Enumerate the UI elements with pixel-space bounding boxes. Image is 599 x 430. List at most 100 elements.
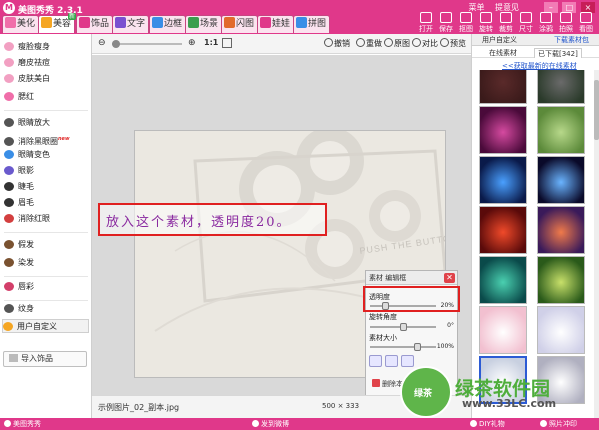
sidebar-item-eyeshadow[interactable]: 眼影 (4, 164, 88, 178)
size-slider[interactable] (370, 343, 436, 351)
sidebar-item-eyelash[interactable]: 睫毛 (4, 180, 88, 194)
tab-scene[interactable]: 场景 (185, 15, 223, 33)
scrollbar-thumb[interactable] (594, 80, 599, 140)
material-thumbnail[interactable] (537, 106, 585, 154)
redo-button[interactable]: 重做 (356, 38, 382, 49)
sidebar-item-slim[interactable]: 瘦脸瘦身 (4, 40, 88, 54)
material-thumbnail[interactable] (479, 70, 527, 104)
material-thumbnail[interactable] (537, 206, 585, 254)
material-thumbnail[interactable] (537, 70, 585, 104)
size-slider-knob[interactable] (414, 343, 421, 351)
tab-beauty[interactable]: 美容新 (38, 13, 77, 33)
zoom-in-icon[interactable]: ⊕ (188, 38, 198, 48)
flip-vertical-icon[interactable] (385, 355, 398, 367)
photo-print-link[interactable]: 照片冲印 (540, 419, 577, 429)
sidebar-item-hair-dye[interactable]: 染发 (4, 256, 88, 270)
material-thumbnail[interactable] (479, 206, 527, 254)
file-name: 示例图片_02_副本.jpg (98, 403, 180, 412)
tab-beautify[interactable]: 美化 (2, 15, 40, 33)
sidebar-item-enlarge-eyes[interactable]: 眼睛放大 (4, 116, 88, 130)
save-button[interactable]: 保存 (437, 12, 455, 34)
tab-user-custom[interactable]: 用户自定义 (482, 35, 517, 45)
material-thumbnail[interactable] (537, 256, 585, 304)
sidebar-item-smooth-skin[interactable]: 磨皮祛痘 (4, 56, 88, 70)
opacity-highlight-box (363, 286, 460, 312)
material-thumbnail[interactable] (479, 306, 527, 354)
preview-icon (440, 38, 449, 47)
material-thumbnail[interactable] (479, 156, 527, 204)
viewer-button[interactable]: 看图 (577, 12, 595, 34)
original-button[interactable]: 原图 (384, 38, 410, 49)
crop-button[interactable]: 裁剪 (497, 12, 515, 34)
sidebar-item-dark-circles[interactable]: 消除黑眼圈new (4, 132, 88, 146)
doodle-button[interactable]: 涂鸦 (537, 12, 555, 34)
undo-icon (324, 38, 333, 47)
rotate-icon (480, 12, 492, 23)
material-thumbnail[interactable] (479, 106, 527, 154)
preview-button[interactable]: 预览 (440, 38, 466, 49)
tab-flash[interactable]: 闪图 (221, 15, 259, 33)
scissors-icon (460, 12, 472, 23)
import-accessory-button[interactable]: 导入饰品 (3, 351, 87, 367)
tab-doll[interactable]: 娃娃 (257, 15, 295, 33)
zoom-slider[interactable] (112, 40, 182, 48)
brand-link[interactable]: 美图秀秀 (4, 419, 41, 429)
frame-icon (152, 17, 163, 28)
material-thumbnail[interactable] (537, 306, 585, 354)
eye-color-icon (4, 150, 14, 159)
blush-icon (4, 92, 14, 101)
camera-button[interactable]: 拍照 (557, 12, 575, 34)
tab-downloaded[interactable]: 已下载[342] (534, 48, 582, 58)
zoom-slider-knob[interactable] (112, 40, 120, 48)
material-thumbnail[interactable] (537, 156, 585, 204)
actual-size-button[interactable]: 1:1 (204, 38, 218, 47)
eyebrow-icon (4, 198, 14, 207)
undo-button[interactable]: 撤销 (324, 38, 350, 49)
sidebar-item-tattoo[interactable]: 纹身 (4, 302, 88, 316)
sidebar-item-custom[interactable]: 用户自定义 (2, 319, 89, 333)
app-logo-icon: M (3, 2, 15, 14)
rotation-slider-knob[interactable] (400, 323, 407, 331)
copy-icon[interactable] (401, 355, 414, 367)
library-subtabs: 在线素材 已下载[342] (472, 47, 599, 58)
flip-horizontal-icon[interactable] (369, 355, 382, 367)
rotation-slider[interactable] (370, 323, 436, 331)
download-pack-link[interactable]: 下载素材包 (554, 35, 589, 45)
tab-online-materials[interactable]: 在线素材 (486, 48, 520, 58)
fit-window-icon[interactable] (222, 38, 232, 48)
close-icon[interactable]: ✕ (444, 273, 455, 283)
sidebar-item-eyebrow[interactable]: 眉毛 (4, 196, 88, 210)
custom-icon (3, 322, 13, 331)
sidebar-item-wig[interactable]: 假发 (4, 238, 88, 252)
sidebar-item-red-eye[interactable]: 消除红眼 (4, 212, 88, 226)
tab-collage[interactable]: 拼图 (293, 15, 331, 33)
resize-button[interactable]: 尺寸 (517, 12, 535, 34)
eye-icon (4, 137, 14, 146)
tab-accessories[interactable]: 饰品 (76, 15, 114, 33)
open-button[interactable]: 打开 (417, 12, 435, 34)
sidebar-item-whiten[interactable]: 皮肤美白 (4, 72, 88, 86)
diy-gift-link[interactable]: DIY礼物 (470, 419, 505, 429)
eyeshadow-icon (4, 166, 14, 175)
beauty-sidebar: 瘦脸瘦身 磨皮祛痘 皮肤美白 腮红 眼睛放大 消除黑眼圈new 眼睛变色 眼影 … (0, 34, 92, 418)
beauty-icon (41, 17, 52, 28)
brand-icon (4, 420, 11, 427)
cutout-button[interactable]: 抠图 (457, 12, 475, 34)
sidebar-item-blush[interactable]: 腮红 (4, 90, 88, 104)
save-icon (440, 12, 452, 23)
rotate-button[interactable]: 旋转 (477, 12, 495, 34)
share-weibo-link[interactable]: 发到微博 (252, 419, 289, 429)
material-thumbnail[interactable] (479, 256, 527, 304)
flash-icon (224, 17, 235, 28)
feedback-link[interactable]: 提意见 (495, 3, 519, 12)
sidebar-item-eye-color[interactable]: 眼睛变色 (4, 148, 88, 162)
zoom-out-icon[interactable]: ⊖ (98, 38, 108, 48)
camera-icon (560, 12, 572, 23)
scrollbar[interactable] (594, 70, 599, 418)
tab-text[interactable]: 文字 (112, 15, 150, 33)
tab-frame[interactable]: 边框 (149, 15, 187, 33)
menu-link[interactable]: 菜单 (468, 3, 484, 12)
compare-button[interactable]: 对比 (412, 38, 438, 49)
doll-icon (260, 17, 271, 28)
sidebar-item-lipstick[interactable]: 唇彩 (4, 280, 88, 294)
